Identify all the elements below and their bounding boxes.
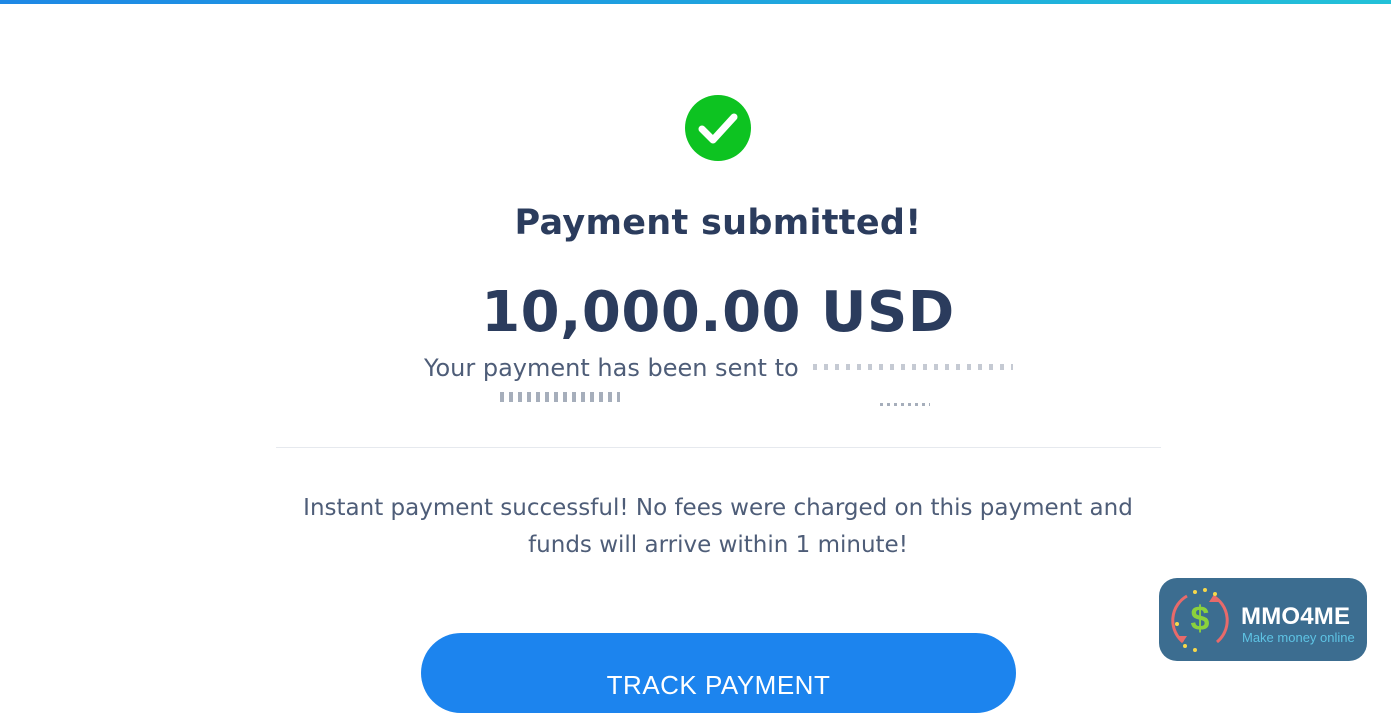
recipient-name-redacted <box>813 356 1013 380</box>
success-message: Instant payment successful! No fees were… <box>303 495 1133 558</box>
track-payment-button[interactable]: TRACK PAYMENT <box>421 633 1016 713</box>
recipient-email-redacted <box>500 384 940 406</box>
dollar-logo-icon: $ <box>1171 588 1229 652</box>
top-accent-bar <box>0 0 1391 4</box>
mmo4me-badge[interactable]: $ MMO4ME Make money online <box>1159 578 1367 661</box>
badge-tagline: Make money online <box>1242 630 1355 645</box>
check-circle-icon <box>685 95 751 161</box>
payment-amount: 10,000.00 USD <box>481 280 955 345</box>
badge-name: MMO4ME <box>1241 603 1351 630</box>
payment-sent-to-text: Your payment has been sent to <box>424 354 799 382</box>
svg-text:$: $ <box>1191 600 1210 638</box>
page-title: Payment submitted! <box>514 203 922 243</box>
section-divider <box>276 447 1161 448</box>
